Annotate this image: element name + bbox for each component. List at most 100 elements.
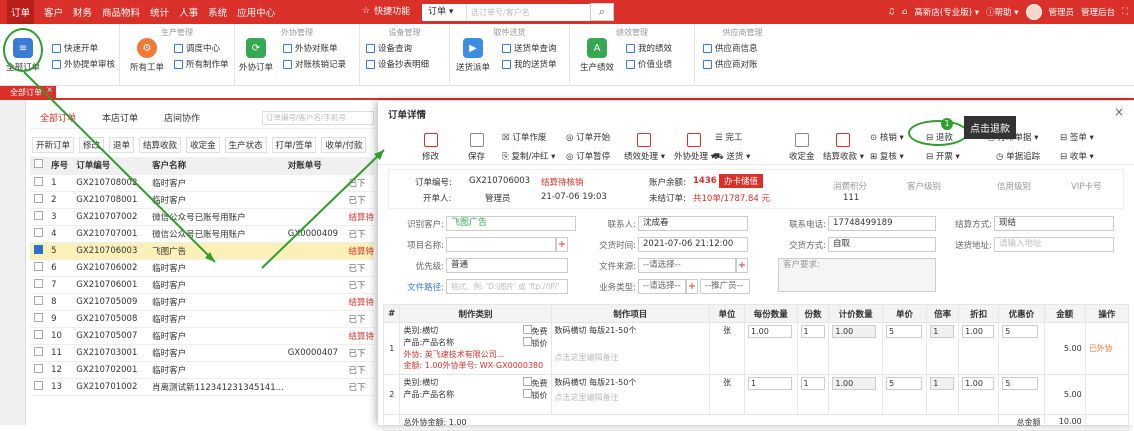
finish-button[interactable]: ☰ 完工 [715,131,742,143]
list-search-input[interactable]: 订单编号/客户名/手机号 [262,111,374,125]
search-input[interactable]: 选订单号/客户名 [466,3,590,21]
recheck-button[interactable]: ⊞ 复核 ▾ [870,150,904,162]
table-row[interactable]: 11 GX210703001 临时客户 GX0000407 已下 [30,344,374,362]
lock-price-checkbox[interactable] [522,389,532,398]
outsource-button[interactable]: 外协处理 ▾ [674,133,715,162]
priority-select[interactable]: 普通 [446,258,568,273]
row-checkbox[interactable] [34,380,43,390]
invoice-button[interactable]: ⊟ 开票 ▾ [926,150,960,162]
menu-hr[interactable]: 人事 [179,5,198,19]
close-icon[interactable]: × [46,83,53,97]
settle-modal-button[interactable]: 结算收款 ▾ [823,133,864,162]
menu-stats[interactable]: 统计 [150,5,169,19]
my-perf-button[interactable]: 我的绩效 [626,42,672,54]
biz-type-select[interactable]: --请选择-- [638,279,686,294]
outsource-review-button[interactable]: 外协提单审核 [52,58,115,70]
equip-query-button[interactable]: 设备查询 [366,42,412,54]
help-menu[interactable]: ⓘ帮助 ▾ [986,6,1019,18]
outsource-orders-button[interactable]: ⟳ 外协订单 [235,38,277,73]
table-row[interactable]: 6 GX210706002 临时客户 已下 [30,259,374,277]
save-button[interactable]: 保存 [468,133,485,162]
tab-cross-store[interactable]: 店间协作 [164,111,200,124]
row-checkbox[interactable] [34,227,43,237]
perf-button[interactable]: 绩效处理 ▾ [624,133,665,162]
delivery-query-button[interactable]: 送货单查询 [502,42,557,54]
table-row[interactable]: 2 GX210708001 临时客户 已下 [30,191,374,209]
outsource-recon-button[interactable]: 外协对账单 [283,42,338,54]
outsourced-status[interactable]: 已外协 [1084,322,1130,375]
free-checkbox[interactable] [522,377,532,386]
all-work-button[interactable]: ⚙ 所有工单 [126,38,168,73]
project-select[interactable] [446,237,556,252]
prod-status-button[interactable]: 生产状态 [224,137,267,153]
add-biz-icon[interactable]: + [686,279,698,294]
row-checkbox[interactable] [34,261,43,271]
dispatch-button[interactable]: 调度中心 [174,42,220,54]
recon-records-button[interactable]: 对账核销记录 [283,58,346,70]
edit-order-button[interactable]: 修改 [422,133,439,162]
close-icon[interactable]: × [1114,105,1124,119]
table-row[interactable]: 3 GX210707002 微信公众号已账号用账户 结算待 [30,208,374,226]
void-order-button[interactable]: ☒ 订单作废 [502,131,546,143]
prod-perf-button[interactable]: A 生产绩效 [576,38,618,73]
row-checkbox[interactable] [34,363,43,373]
table-row[interactable]: 12 GX210702001 临时客户 已下 [30,361,374,379]
avatar[interactable] [1025,4,1042,20]
promoter-select[interactable]: --推广员-- [700,279,750,294]
menu-finance[interactable]: 财务 [73,5,92,19]
row-checkbox[interactable] [34,312,43,322]
deposit-button[interactable]: 收定金 [186,137,220,153]
table-row[interactable]: 8 GX210705009 临时客户 结算待 [30,293,374,311]
edit-button[interactable]: 修改 [79,137,105,153]
lock-price-checkbox[interactable] [522,337,532,346]
delivery-time-field[interactable]: 2021-07-06 21:12:00 [638,237,748,252]
my-delivery-button[interactable]: 我的送货单 [502,58,557,70]
row-checkbox[interactable] [34,329,43,339]
receive-pay-button[interactable]: 收单/付款 [321,137,367,153]
note-field[interactable]: 点击这里编辑备注 [555,352,707,363]
pay-method-select[interactable]: 现结 [994,216,1114,231]
menu-apps[interactable]: 应用中心 [237,5,275,19]
row-checkbox[interactable] [34,278,43,288]
home-icon[interactable]: ⌂ [902,7,907,17]
bell-icon[interactable]: ♫ [887,7,895,17]
deposit-modal-button[interactable]: 收定金 [789,133,815,162]
receipt-button[interactable]: ⊟ 收单 ▾ [1060,150,1094,162]
select-all-checkbox[interactable] [34,159,43,169]
supplier-recon-button[interactable]: 供应商对账 [703,58,758,70]
row-checkbox[interactable] [34,244,43,254]
order-pause-button[interactable]: ◎ 订单暂停 [566,150,610,162]
table-row[interactable]: 7 GX210706001 临时客户 已下 [30,276,374,294]
file-path-field[interactable]: 格式。例: 'D:\图片' 或 'ftp://IP/' [446,279,568,294]
table-row[interactable]: 4 GX210707001 微信公众号已账号用账户 GX0000409 已下 [30,225,374,243]
file-source-select[interactable]: --请选择-- [638,258,736,273]
return-button[interactable]: 退单 [109,137,135,153]
search-type-select[interactable]: 订单 ▾ [422,3,466,21]
sign-button[interactable]: ⊟ 签单 ▾ [1060,131,1094,143]
delivery-method-select[interactable]: 自取 [828,237,936,252]
phone-field[interactable]: 17748499189 [828,216,936,231]
recharge-button[interactable]: 办卡储值 [719,174,764,188]
table-row[interactable]: 10 GX210705007 临时客户 结算待 [30,327,374,345]
file-path-link[interactable]: 文件路径: [388,281,444,293]
table-row[interactable]: 13 GX210701002 肖离测试新112341231345141... 已下 [30,378,374,396]
customer-remark-field[interactable]: 客户要求: [778,258,936,292]
store-switch[interactable]: 高新店(专业版) ▾ [914,6,979,18]
quick-order-button[interactable]: 快速开单 [52,42,98,54]
print-sign-button[interactable]: 打单/签单 [271,137,317,153]
free-checkbox[interactable] [522,325,532,334]
tab-store-orders[interactable]: 本店订单 [102,111,138,124]
row-checkbox[interactable] [34,210,43,220]
row-checkbox[interactable] [34,193,43,203]
add-source-icon[interactable]: + [736,258,748,273]
settle-button[interactable]: 结算收款 [139,137,182,153]
quick-function[interactable]: ☆ 快捷功能 [362,4,410,18]
menu-system[interactable]: 系统 [208,5,227,19]
customer-field[interactable]: 飞图广告 [446,216,576,231]
contact-field[interactable]: 沈成春 [638,216,748,231]
unsettled-link[interactable]: 共10单/1787.84 元 [693,192,770,204]
table-row[interactable]: 1 GX210708002 临时客户 已下 [30,174,374,192]
table-row[interactable]: 5 GX210706003 飞图广告 结算待 [30,242,374,260]
note-field[interactable]: 点击这里编辑备注 [555,392,707,403]
price-perf-button[interactable]: 价值业绩 [626,58,672,70]
